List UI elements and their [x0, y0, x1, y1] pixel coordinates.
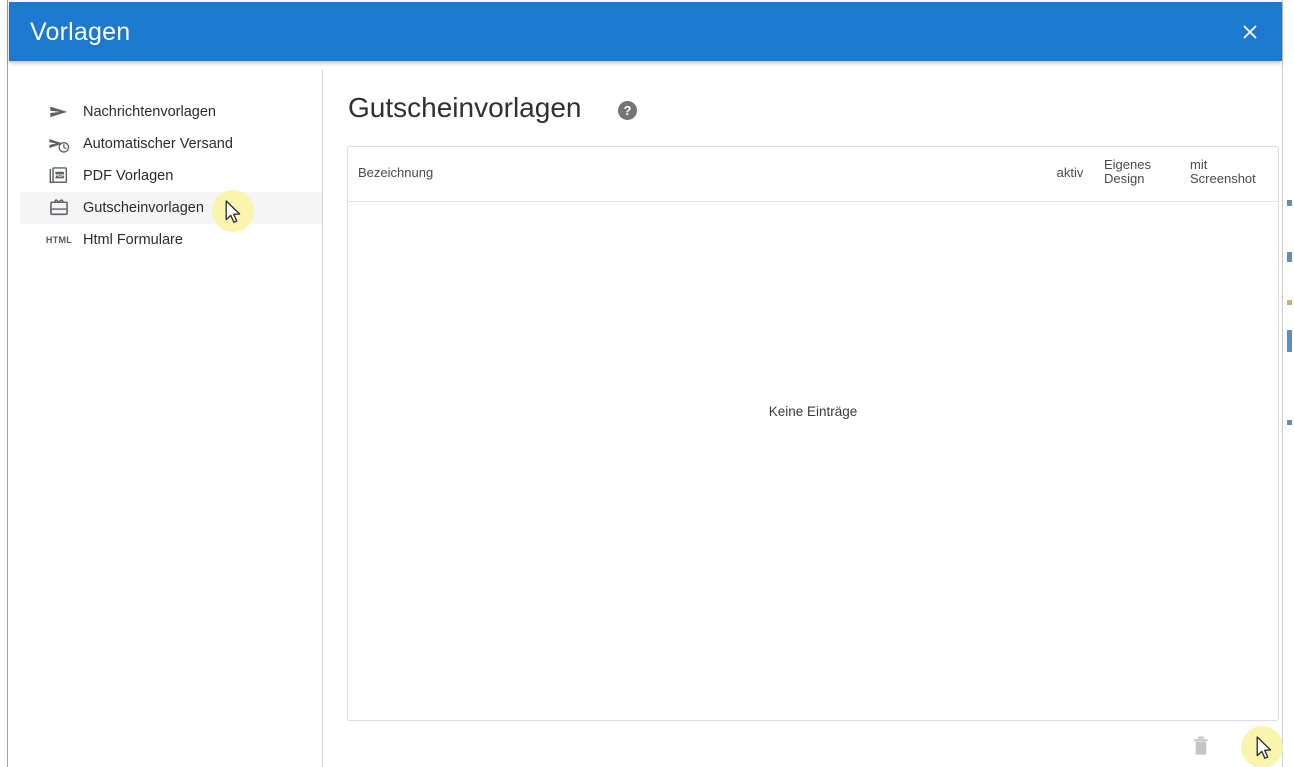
main-content: Gutscheinvorlagen ? Bezeichnung aktiv Ei… [323, 70, 1283, 767]
sidebar-item-nachrichtenvorlagen[interactable]: Nachrichtenvorlagen [20, 96, 322, 128]
sidebar: Nachrichtenvorlagen Automatischer Versan… [9, 70, 322, 767]
table-body: Keine Einträge [348, 202, 1278, 720]
table-actions [347, 725, 1283, 767]
pdf-icon: PDF [47, 164, 71, 188]
background-fleck [1287, 200, 1292, 206]
dialog-title: Vorlagen [30, 18, 131, 46]
sidebar-item-label: Html Formulare [83, 232, 183, 248]
help-icon[interactable]: ? [618, 101, 637, 120]
sidebar-item-gutscheinvorlagen[interactable]: Gutscheinvorlagen [20, 192, 322, 224]
page-background-left [0, 0, 8, 767]
templates-table: Bezeichnung aktiv Eigenes Design mit Scr… [347, 146, 1279, 721]
table-header-row: Bezeichnung aktiv Eigenes Design mit Scr… [348, 147, 1278, 202]
sidebar-item-pdf-vorlagen[interactable]: PDF PDF Vorlagen [20, 160, 322, 192]
delete-button[interactable] [1183, 728, 1219, 764]
send-clock-icon [47, 132, 71, 156]
close-button[interactable] [1234, 16, 1266, 48]
sidebar-item-html-formulare[interactable]: HTML Html Formulare [20, 224, 322, 256]
mouse-cursor [225, 200, 243, 226]
background-fleck [1287, 252, 1292, 262]
column-header-bezeichnung[interactable]: Bezeichnung [358, 166, 433, 180]
sidebar-item-label: Automatischer Versand [83, 136, 233, 152]
sidebar-item-label: Gutscheinvorlagen [83, 200, 204, 216]
empty-state-message: Keine Einträge [768, 404, 858, 419]
column-header-mit-screenshot[interactable]: mit Screenshot [1190, 158, 1274, 186]
send-icon [47, 100, 71, 124]
templates-dialog: Vorlagen Nachrichtenvorlagen Automatisch… [9, 0, 1283, 767]
background-fleck [1287, 420, 1292, 425]
screen: Vorlagen Nachrichtenvorlagen Automatisch… [0, 0, 1294, 767]
page-background-right [1282, 0, 1294, 767]
mouse-cursor [1256, 736, 1274, 762]
background-fleck [1287, 330, 1292, 352]
sidebar-item-label: PDF Vorlagen [83, 168, 174, 184]
column-header-eigenes-design[interactable]: Eigenes Design [1104, 158, 1174, 186]
svg-text:PDF: PDF [55, 173, 64, 178]
sidebar-item-automatischer-versand[interactable]: Automatischer Versand [20, 128, 322, 160]
page-title: Gutscheinvorlagen [348, 92, 582, 123]
dialog-titlebar: Vorlagen [9, 2, 1282, 61]
column-header-aktiv[interactable]: aktiv [1042, 166, 1098, 180]
sidebar-item-label: Nachrichtenvorlagen [83, 104, 216, 120]
voucher-icon [47, 196, 71, 220]
background-fleck [1287, 300, 1292, 305]
html-icon: HTML [45, 235, 73, 245]
